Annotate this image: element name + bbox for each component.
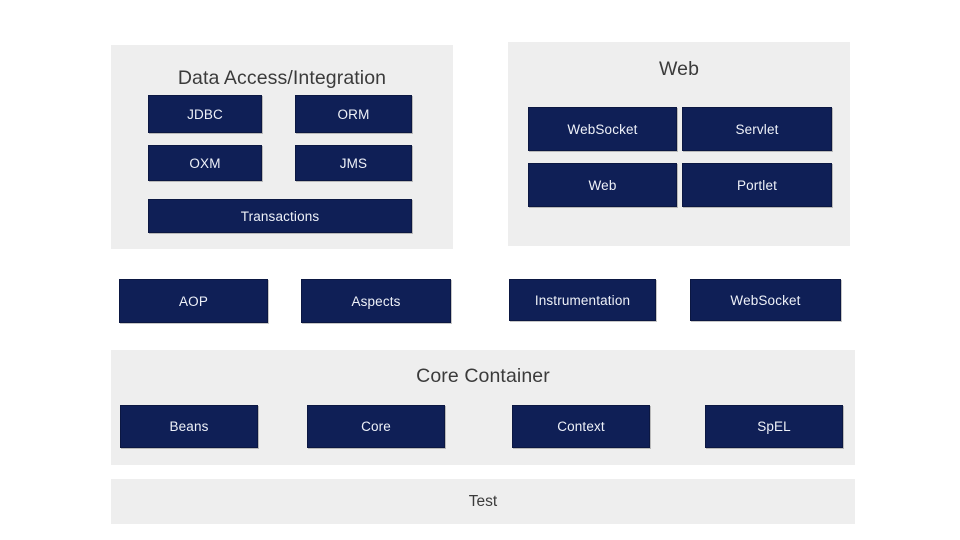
- module-servlet[interactable]: Servlet: [682, 107, 832, 151]
- panel-test[interactable]: Test: [111, 479, 855, 524]
- module-oxm[interactable]: OXM: [148, 145, 262, 181]
- module-instrumentation[interactable]: Instrumentation: [509, 279, 656, 321]
- module-orm[interactable]: ORM: [295, 95, 412, 133]
- panel-title-data-access-integration: Data Access/Integration: [177, 67, 387, 89]
- panel-title-core-container: Core Container: [416, 365, 550, 387]
- module-jdbc[interactable]: JDBC: [148, 95, 262, 133]
- module-context[interactable]: Context: [512, 405, 650, 448]
- module-portlet[interactable]: Portlet: [682, 163, 832, 207]
- module-websocket-web[interactable]: WebSocket: [528, 107, 677, 151]
- spring-architecture-diagram: Data Access/Integration JDBC ORM OXM JMS…: [0, 0, 960, 540]
- module-aop[interactable]: AOP: [119, 279, 268, 323]
- module-core[interactable]: Core: [307, 405, 445, 448]
- module-web[interactable]: Web: [528, 163, 677, 207]
- module-beans[interactable]: Beans: [120, 405, 258, 448]
- module-websocket-standalone[interactable]: WebSocket: [690, 279, 841, 321]
- module-transactions[interactable]: Transactions: [148, 199, 412, 233]
- module-aspects[interactable]: Aspects: [301, 279, 451, 323]
- panel-title-web: Web: [658, 58, 700, 80]
- module-spel[interactable]: SpEL: [705, 405, 843, 448]
- module-jms[interactable]: JMS: [295, 145, 412, 181]
